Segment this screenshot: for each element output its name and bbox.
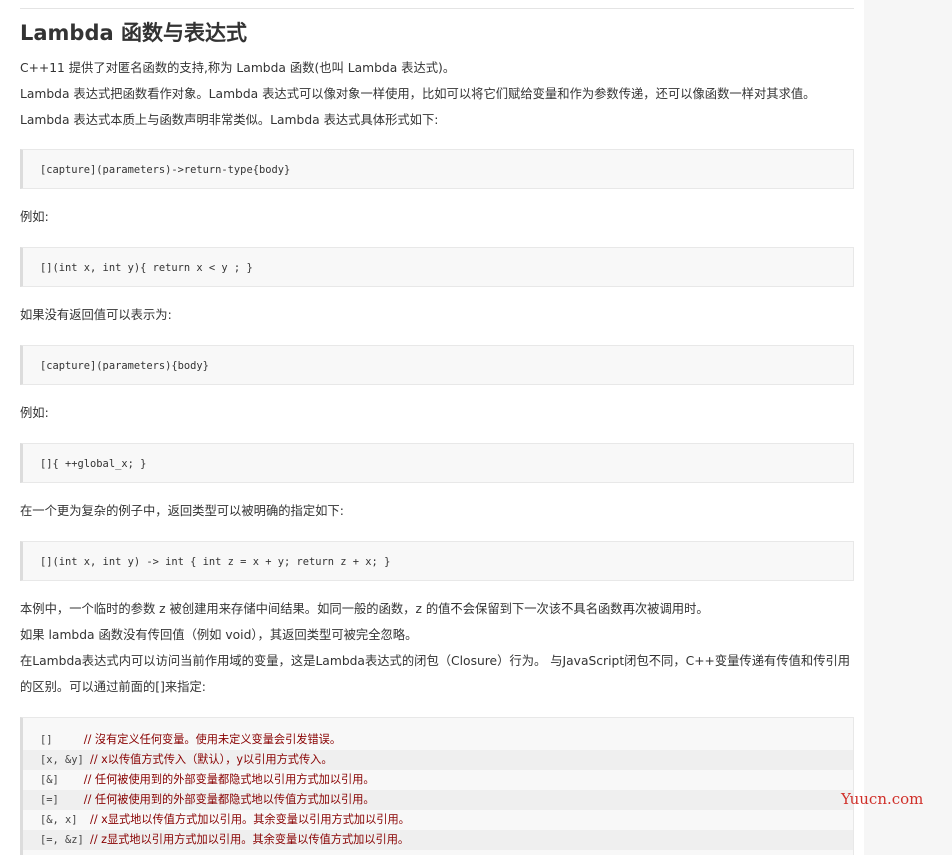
capture-spec: [=, &z] (40, 834, 91, 846)
capture-spec: [&, x] (40, 814, 91, 826)
page-title: Lambda 函数与表达式 (20, 21, 247, 45)
code-block-example-1: [](int x, int y){ return x < y ; } (20, 247, 854, 287)
capture-comment: // x显式地以传值方式加以引用。其余变量以引用方式加以引用。 (90, 813, 410, 826)
capture-comment: // 任何被使用到的外部变量都隐式地以引用方式加以引用。 (83, 773, 375, 786)
site-watermark: Yuucn.com (841, 790, 924, 808)
capture-spec: [] (40, 734, 84, 746)
capture-spec: [=] (40, 794, 84, 806)
capture-spec: [x, &y] (40, 754, 91, 766)
capture-comment: // 沒有定义任何变量。使用未定义变量会引发错误。 (83, 733, 342, 746)
top-divider (20, 8, 854, 9)
complex-paragraph: 在一个更为复杂的例子中，返回类型可以被明确的指定如下: (20, 504, 344, 518)
code-block-example-2: []{ ++global_x; } (20, 443, 854, 483)
intro-paragraph-1: C++11 提供了对匿名函数的支持,称为 Lambda 函数(也叫 Lambda… (20, 61, 456, 75)
capture-row: [&] // 任何被使用到的外部变量都隐式地以引用方式加以引用。 (23, 770, 853, 790)
capture-comment: // z显式地以引用方式加以引用。其余变量以传值方式加以引用。 (90, 833, 410, 846)
capture-spec: [&] (40, 774, 84, 786)
code-block-complex: [](int x, int y) -> int { int z = x + y;… (20, 541, 854, 581)
note-paragraph-1: 本例中，一个临时的参数 z 被创建用来存储中间结果。如同一般的函数，z 的值不会… (20, 602, 709, 616)
code-block-syntax: [capture](parameters)->return-type{body} (20, 149, 854, 189)
example-label-1: 例如: (20, 210, 49, 224)
capture-row: [=] // 任何被使用到的外部变量都隐式地以传值方式加以引用。 (23, 790, 853, 810)
example-label-2: 例如: (20, 406, 49, 420)
capture-row: [x, &y] // x以传值方式传入（默认），y以引用方式传入。 (23, 750, 853, 770)
note-paragraph-3: 在Lambda表达式内可以访问当前作用域的变量，这是Lambda表达式的闭包（C… (20, 654, 851, 694)
no-return-paragraph: 如果没有返回值可以表示为: (20, 308, 172, 322)
intro-paragraph-3: Lambda 表达式本质上与函数声明非常类似。Lambda 表达式具体形式如下: (20, 113, 439, 127)
capture-row: [=, &z] // z显式地以引用方式加以引用。其余变量以传值方式加以引用。 (23, 830, 853, 850)
page: Lambda 函数与表达式 C++11 提供了对匿名函数的支持,称为 Lambd… (0, 0, 952, 855)
note-paragraph-2: 如果 lambda 函数没有传回值（例如 void），其返回类型可被完全忽略。 (20, 628, 418, 642)
right-margin-panel (864, 0, 952, 855)
capture-row: [&, x] // x显式地以传值方式加以引用。其余变量以引用方式加以引用。 (23, 810, 853, 830)
intro-paragraph-2: Lambda 表达式把函数看作对象。Lambda 表达式可以像对象一样使用，比如… (20, 87, 816, 101)
code-block-capture-list: [] // 沒有定义任何变量。使用未定义变量会引发错误。 [x, &y] // … (20, 717, 854, 855)
capture-comment: // x以传值方式传入（默认），y以引用方式传入。 (90, 753, 333, 766)
code-block-no-return: [capture](parameters){body} (20, 345, 854, 385)
capture-row: [] // 沒有定义任何变量。使用未定义变量会引发错误。 (23, 730, 853, 750)
capture-comment: // 任何被使用到的外部变量都隐式地以传值方式加以引用。 (83, 793, 375, 806)
